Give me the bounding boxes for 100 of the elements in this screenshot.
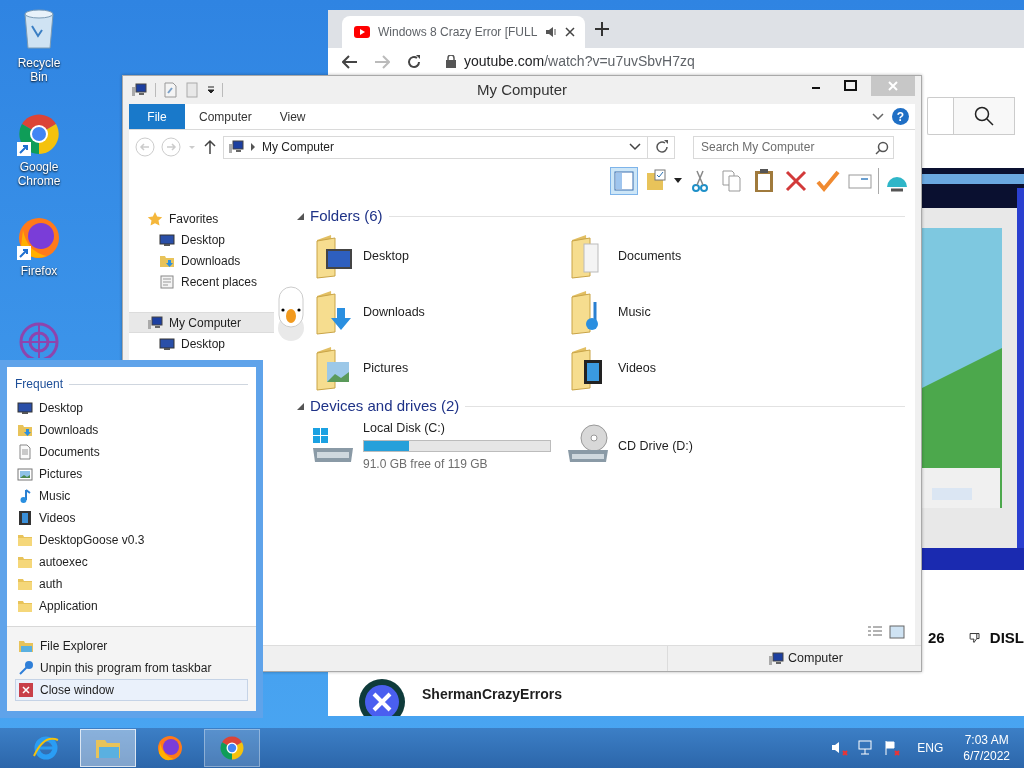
item-tile[interactable]: Videos — [564, 344, 819, 392]
status-text: Computer — [788, 650, 843, 668]
download-folder-icon — [17, 422, 33, 438]
computer-icon — [147, 314, 163, 331]
channel-name[interactable]: ShermanCrazyErrors — [422, 684, 563, 705]
search-button[interactable] — [953, 97, 1015, 135]
jump-list-task[interactable]: Unpin this program from taskbar — [15, 657, 248, 679]
item-label: Music — [618, 303, 651, 321]
computer-icon[interactable] — [131, 82, 149, 98]
document-icon — [159, 273, 175, 290]
close-icon[interactable] — [565, 27, 576, 37]
collapse-icon[interactable] — [297, 212, 304, 220]
jump-list-item[interactable]: Videos — [7, 507, 256, 529]
item-tile[interactable]: Music — [564, 288, 819, 336]
reload-icon[interactable] — [406, 53, 422, 70]
item-tile[interactable]: CD Drive (D:) — [564, 422, 819, 470]
item-label: Downloads — [363, 303, 425, 321]
jump-list-task[interactable]: Close window — [15, 679, 248, 701]
jump-list-item[interactable]: Pictures — [7, 463, 256, 485]
monitor-icon — [159, 335, 175, 352]
chevron-icon — [250, 143, 256, 151]
search-field[interactable]: Search My Computer — [693, 135, 894, 159]
url-text[interactable]: youtube.com/watch?v=u7uvSbvH7zq — [464, 51, 695, 72]
computer-icon — [228, 139, 244, 155]
monitor-icon — [17, 400, 33, 416]
star-icon — [147, 210, 163, 227]
picture-icon — [17, 466, 33, 482]
search-icon — [875, 140, 889, 155]
item-tile[interactable]: Pictures — [309, 344, 564, 392]
jump-list-item[interactable]: Music — [7, 485, 256, 507]
folder-icon — [17, 532, 33, 548]
address-bar[interactable]: My Computer — [223, 135, 675, 159]
jump-list-item[interactable]: Downloads — [7, 419, 256, 441]
caret-icon[interactable] — [674, 178, 682, 184]
language-indicator[interactable]: ENG — [917, 739, 944, 757]
item-label: Videos — [618, 359, 656, 377]
icon-label: Recycle Bin — [16, 56, 62, 85]
jump-list-task[interactable]: File Explorer — [15, 635, 248, 657]
nav-item[interactable]: My Computer — [129, 312, 274, 333]
folder-icon — [17, 598, 33, 614]
item-tile[interactable]: Desktop — [309, 232, 564, 280]
pin-icon — [18, 660, 34, 676]
item-label: Pictures — [363, 359, 409, 377]
group-header[interactable]: Folders (6) — [310, 204, 383, 228]
browser-tab[interactable]: Windows 8 Crazy Error [FULL — [342, 16, 585, 48]
like-count: 26 — [928, 627, 945, 648]
nav-item[interactable]: Recent places — [129, 271, 274, 292]
lock-icon — [446, 55, 456, 68]
ribbon-tab[interactable]: View — [265, 104, 320, 129]
jump-list-item[interactable]: Desktop — [7, 397, 256, 419]
icon-label: Google Chrome — [16, 160, 62, 189]
close-icon — [18, 682, 34, 698]
properties-icon[interactable] — [162, 82, 178, 98]
item-label: Desktop — [363, 247, 409, 265]
nav-item[interactable]: Desktop — [129, 333, 274, 354]
volume-muted-icon[interactable] — [831, 740, 850, 756]
group-header[interactable]: Devices and drives (2) — [310, 394, 460, 418]
icon-label: Firefox — [19, 264, 59, 279]
jump-list-item[interactable]: auth — [7, 573, 256, 595]
window-title: My Computer — [476, 79, 568, 100]
dislike-button[interactable]: DISL — [989, 626, 1024, 650]
speaker-icon — [545, 26, 558, 38]
document-icon — [17, 444, 33, 460]
item-label: CD Drive (D:) — [618, 437, 693, 455]
jump-list-item[interactable]: Application — [7, 595, 256, 617]
search-icon — [974, 106, 994, 126]
goose-drawing — [276, 286, 306, 342]
flag-icon[interactable] — [883, 740, 902, 756]
up-icon[interactable] — [203, 139, 217, 155]
item-label: Local Disk (C:) — [363, 419, 446, 437]
browser-icon — [32, 734, 60, 762]
folder-icon — [18, 638, 34, 654]
film-icon — [17, 510, 33, 526]
caret-icon[interactable] — [629, 143, 641, 151]
nav-item[interactable]: Favorites — [129, 208, 274, 229]
folder-icon — [17, 576, 33, 592]
chrome-icon — [218, 734, 246, 762]
item-tile[interactable]: Documents — [564, 232, 819, 280]
video-site-icon — [354, 26, 370, 38]
nav-item[interactable]: Downloads — [129, 250, 274, 271]
help-button[interactable]: ? — [892, 108, 909, 125]
jump-list-item[interactable]: DesktopGoose v0.3 — [7, 529, 256, 551]
section-header: Frequent — [15, 376, 64, 393]
computer-icon — [768, 650, 784, 667]
nav-item[interactable]: Desktop — [129, 229, 274, 250]
ribbon-tab[interactable]: Computer — [185, 104, 266, 129]
new-tab-icon[interactable] — [595, 22, 609, 36]
jump-list-item[interactable]: autoexec — [7, 551, 256, 573]
avatar-icon[interactable] — [358, 678, 406, 716]
clock[interactable]: 7:03 AM 6/7/2022 — [963, 731, 1010, 765]
item-tile[interactable]: Downloads — [309, 288, 564, 336]
collapse-icon[interactable] — [297, 402, 304, 410]
jump-list-item[interactable]: Documents — [7, 441, 256, 463]
firefox-icon — [156, 734, 184, 762]
caret-icon[interactable] — [206, 85, 216, 95]
chevron-icon[interactable] — [872, 112, 884, 121]
back-icon[interactable] — [342, 54, 358, 69]
taskbar-button[interactable] — [204, 729, 260, 767]
item-label: Documents — [618, 247, 682, 265]
folder-icon — [17, 554, 33, 570]
